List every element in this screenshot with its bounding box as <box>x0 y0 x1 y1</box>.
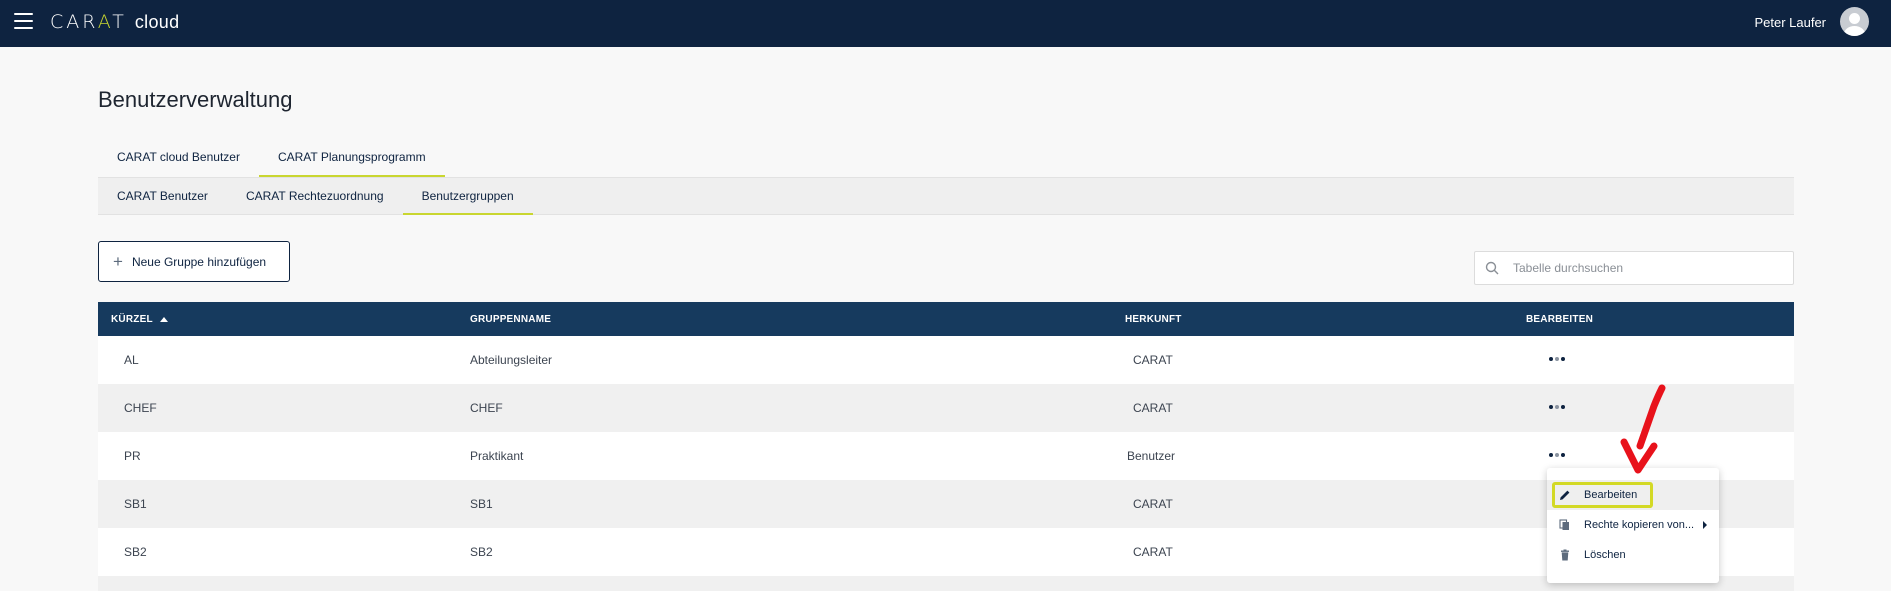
column-header-herkunft[interactable]: HERKUNFT <box>1125 314 1182 325</box>
table-row[interactable]: SB2 SB2 CARAT <box>98 528 1794 576</box>
tab-carat-benutzer[interactable]: CARAT Benutzer <box>98 178 227 215</box>
menu-icon[interactable] <box>14 13 33 31</box>
submenu-arrow-icon <box>1703 521 1707 529</box>
user-name[interactable]: Peter Laufer <box>1754 15 1826 30</box>
search-box <box>1474 251 1794 285</box>
top-bar: CARAT cloud Peter Laufer <box>0 0 1891 47</box>
cell-gruppenname: CHEF <box>470 401 503 415</box>
cell-kuerzel: SB1 <box>124 497 147 511</box>
add-group-label: Neue Gruppe hinzufügen <box>131 254 267 269</box>
cell-gruppenname: SB2 <box>470 545 493 559</box>
tab-carat-rechtezuordnung[interactable]: CARAT Rechtezuordnung <box>227 178 403 215</box>
table-row[interactable]: SB1 SB1 CARAT <box>98 480 1794 528</box>
menu-item-loeschen[interactable]: Löschen <box>1547 540 1719 570</box>
cell-kuerzel: AL <box>124 353 139 367</box>
table-row[interactable]: PR Praktikant Benutzer <box>98 432 1794 480</box>
avatar[interactable] <box>1840 7 1869 36</box>
menu-item-rechte-kopieren[interactable]: Rechte kopieren von... <box>1547 510 1719 540</box>
search-input[interactable] <box>1513 261 1783 275</box>
tab-carat-planungsprogramm[interactable]: CARAT Planungsprogramm <box>258 145 445 177</box>
cell-kuerzel: CHEF <box>124 401 157 415</box>
menu-item-label: Löschen <box>1584 549 1626 561</box>
table-row[interactable]: AL Abteilungsleiter CARAT <box>98 336 1794 384</box>
cell-gruppenname: Abteilungsleiter <box>470 353 553 367</box>
trash-icon <box>1559 549 1571 561</box>
menu-item-label: Rechte kopieren von... <box>1584 519 1695 531</box>
menu-item-bearbeiten[interactable]: Bearbeiten <box>1547 480 1719 510</box>
cell-herkunft: CARAT <box>1133 353 1173 367</box>
tab-carat-cloud-benutzer[interactable]: CARAT cloud Benutzer <box>98 145 259 177</box>
add-group-button[interactable]: + Neue Gruppe hinzufügen <box>98 241 290 282</box>
groups-table: KÜRZEL GRUPPENNAME HERKUNFT BEARBEITEN A… <box>98 302 1794 591</box>
cell-gruppenname: SB1 <box>470 497 493 511</box>
pencil-icon <box>1559 489 1571 501</box>
more-actions-icon[interactable] <box>1549 357 1565 361</box>
logo-brand: CARAT <box>50 11 127 33</box>
sort-asc-icon <box>159 317 168 322</box>
table-row-partial <box>98 576 1794 591</box>
app-logo[interactable]: CARAT cloud <box>50 11 179 33</box>
secondary-tabs: CARAT Benutzer CARAT Rechtezuordnung Ben… <box>98 177 1794 215</box>
column-header-bearbeiten: BEARBEITEN <box>1526 314 1594 325</box>
cell-herkunft: CARAT <box>1133 401 1173 415</box>
red-arrow-annotation <box>1620 384 1666 474</box>
more-actions-icon[interactable] <box>1549 453 1565 457</box>
more-actions-icon[interactable] <box>1549 405 1565 409</box>
logo-suffix: cloud <box>134 11 180 32</box>
cell-kuerzel: PR <box>124 449 141 463</box>
search-icon <box>1485 261 1499 275</box>
column-header-kuerzel[interactable]: KÜRZEL <box>111 314 168 325</box>
cell-herkunft: CARAT <box>1133 497 1173 511</box>
tab-benutzergruppen[interactable]: Benutzergruppen <box>402 178 533 215</box>
cell-herkunft: Benutzer <box>1127 449 1176 463</box>
copy-icon <box>1559 519 1571 531</box>
menu-item-label: Bearbeiten <box>1584 489 1638 501</box>
primary-tabs: CARAT cloud Benutzer CARAT Planungsprogr… <box>98 145 445 177</box>
page-title: Benutzerverwaltung <box>98 87 293 112</box>
table-row[interactable]: CHEF CHEF CARAT <box>98 384 1794 432</box>
row-context-menu: Bearbeiten Rechte kopieren von... Lösche… <box>1547 468 1719 583</box>
cell-herkunft: CARAT <box>1133 545 1173 559</box>
plus-icon: + <box>113 252 123 271</box>
cell-kuerzel: SB2 <box>124 545 147 559</box>
column-header-label: KÜRZEL <box>111 314 153 325</box>
cell-gruppenname: Praktikant <box>470 449 524 463</box>
table-header: KÜRZEL GRUPPENNAME HERKUNFT BEARBEITEN <box>98 302 1794 336</box>
column-header-gruppenname[interactable]: GRUPPENNAME <box>470 314 551 325</box>
